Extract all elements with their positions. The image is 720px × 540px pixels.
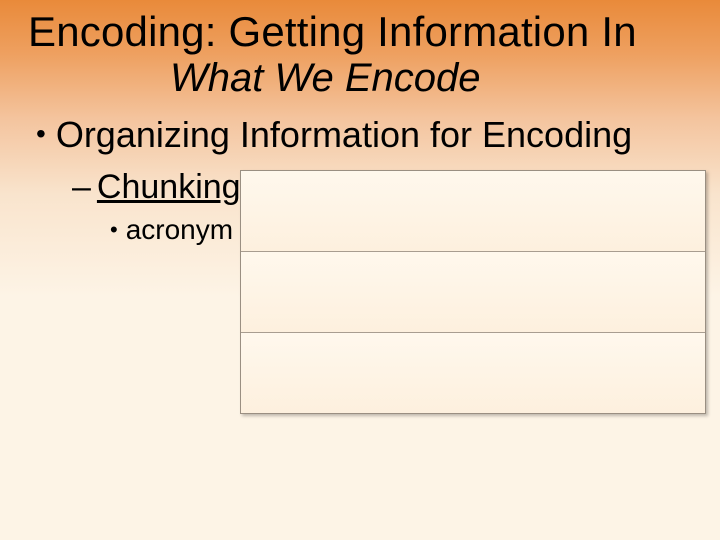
bullet-level-1-text: Organizing Information for Encoding [56, 114, 632, 155]
bullet-level-3: • acronym [110, 214, 233, 246]
bullet-level-2-text: Chunking [97, 168, 241, 206]
slide-subtitle: What We Encode [170, 56, 481, 101]
dash-icon: – [72, 168, 91, 206]
bullet-icon: • [110, 217, 118, 243]
panel-row [241, 333, 705, 413]
slide: Encoding: Getting Information In What We… [0, 0, 720, 540]
bullet-level-1: •Organizing Information for Encoding [36, 114, 632, 156]
bullet-level-3-text: acronym [126, 214, 233, 245]
slide-title: Encoding: Getting Information In [28, 8, 637, 56]
panel-row [241, 252, 705, 333]
panel-row [241, 171, 705, 252]
bullet-level-2: –Chunking [72, 168, 241, 207]
content-panel [240, 170, 706, 414]
